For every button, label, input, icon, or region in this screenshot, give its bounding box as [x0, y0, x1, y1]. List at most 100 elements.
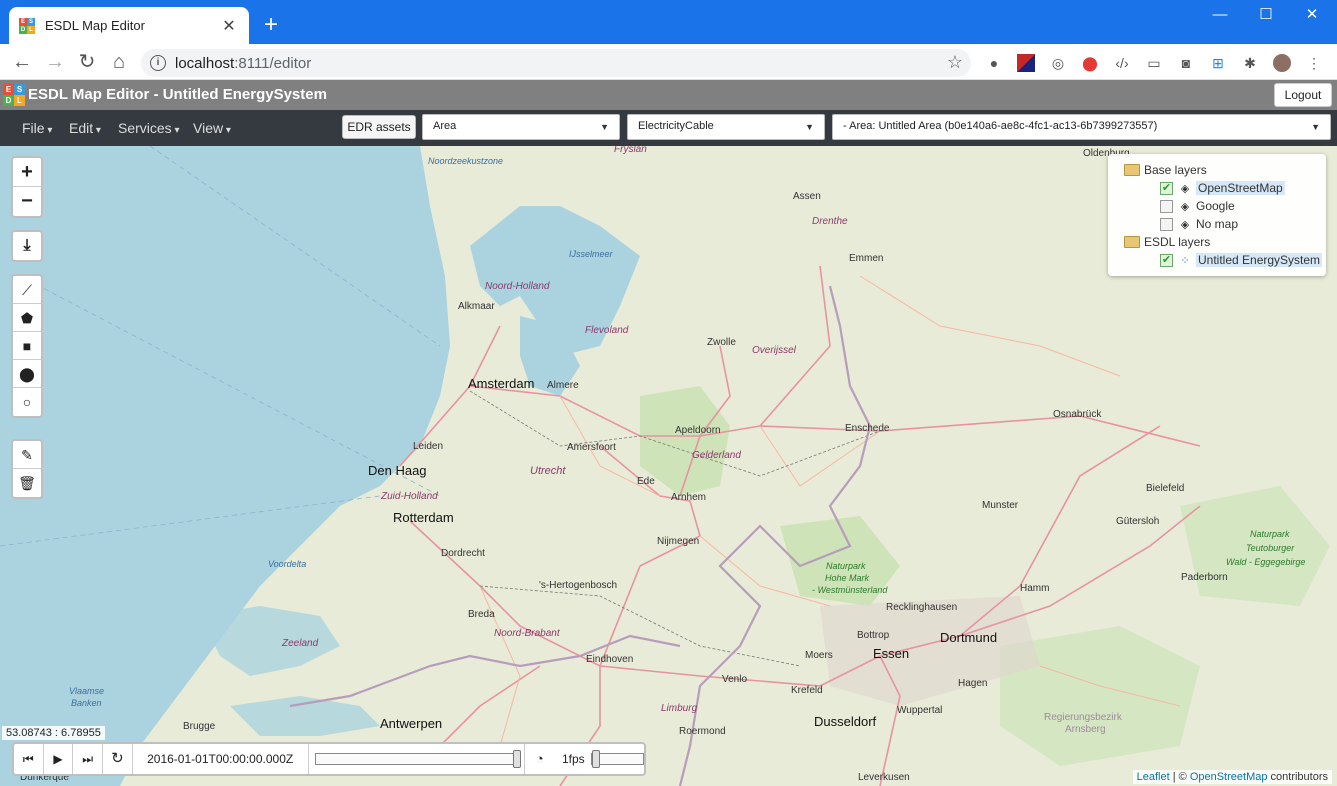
leaflet-link[interactable]: Leaflet [1137, 771, 1170, 783]
layer-group-esdl[interactable]: ESDL layers [1124, 233, 1210, 251]
app-title: ESDL Map Editor - Untitled EnergySystem [28, 86, 327, 103]
zoom-control: + − [11, 156, 43, 218]
extensions-puzzle-icon[interactable]: ✱ [1241, 54, 1259, 72]
timeline-control: ⏮ ▶ ⏭ ↻ 2016-01-01T00:00:00.000Z ◔ 1fps [12, 742, 646, 776]
play-icon[interactable]: ▶ [44, 744, 74, 774]
extension-devtools-icon[interactable]: ‹/› [1113, 54, 1131, 72]
asset-type-select[interactable]: ElectricityCable ▼ [627, 114, 825, 140]
area-scope-select[interactable]: Area ▼ [422, 114, 620, 140]
new-tab-button[interactable]: + [258, 12, 284, 38]
extension-flag-icon[interactable] [1017, 54, 1035, 72]
region-label: Noord-Holland [485, 281, 550, 292]
menu-services[interactable]: Services [118, 120, 180, 136]
draw-toolbar: ⟋ ⬟ ■ ⬤ ○ [11, 274, 43, 418]
back-button[interactable]: ← [10, 50, 34, 74]
draw-polygon-icon[interactable]: ⬟ [13, 304, 41, 332]
zoom-out-button[interactable]: − [13, 187, 41, 216]
fps-slider-thumb[interactable] [591, 750, 600, 768]
layer-group-base[interactable]: Base layers [1124, 161, 1207, 179]
bookmark-star-icon[interactable]: ☆ [947, 52, 963, 73]
extension-chat-icon[interactable]: ▭ [1145, 54, 1163, 72]
profile-avatar[interactable] [1273, 54, 1291, 72]
close-window-button[interactable]: ✕ [1289, 4, 1335, 26]
download-control: ⤓ [11, 230, 43, 262]
draw-marker-icon[interactable]: ⬤ [13, 360, 41, 388]
area-tree-select[interactable]: - Area: Untitled Area (b0e140a6-ae8c-4fc… [832, 114, 1331, 140]
layer-item-energysystem[interactable]: ✔ ⁘ Untitled EnergySystem [1160, 251, 1323, 269]
place-label: Emmen [849, 253, 884, 264]
layer-checkbox[interactable] [1160, 199, 1173, 213]
extension-circle-icon[interactable]: ● [985, 54, 1003, 72]
place-label: Assen [793, 191, 821, 202]
minimize-button[interactable]: — [1197, 4, 1243, 26]
fps-slider[interactable] [590, 750, 645, 768]
zoom-in-button[interactable]: + [13, 158, 41, 187]
place-label: Antwerpen [380, 716, 443, 731]
place-label: Almere [547, 380, 579, 391]
place-label: Wuppertal [897, 705, 943, 716]
layer-item-openstreetmap[interactable]: ✔ ◈ OpenStreetMap [1160, 179, 1285, 197]
reload-button[interactable]: ↻ [75, 50, 99, 74]
edr-assets-button[interactable]: EDR assets [342, 115, 416, 139]
browser-tab[interactable]: E S D L ESDL Map Editor ✕ [9, 7, 249, 44]
loop-icon[interactable]: ↻ [103, 744, 133, 774]
tab-title: ESDL Map Editor [45, 18, 145, 33]
draw-rectangle-icon[interactable]: ■ [13, 332, 41, 360]
layer-item-google[interactable]: ◈ Google [1160, 197, 1235, 215]
menu-edit[interactable]: Edit [69, 120, 101, 136]
logout-button[interactable]: Logout [1274, 83, 1332, 107]
time-slider[interactable] [314, 750, 522, 768]
site-info-icon[interactable]: i [150, 55, 166, 71]
step-forward-icon[interactable]: ⏭ [73, 744, 104, 774]
extension-opera-icon[interactable]: ⬤ [1081, 54, 1099, 72]
browser-menu-icon[interactable]: ⋮ [1305, 54, 1323, 72]
mouse-coordinates: 53.08743 : 6.78955 [2, 726, 105, 740]
download-icon[interactable]: ⤓ [13, 232, 41, 260]
place-label: Gütersloh [1116, 516, 1160, 527]
maximize-button[interactable]: ☐ [1243, 4, 1289, 26]
place-label: Leverkusen [858, 772, 910, 783]
address-bar[interactable]: i localhost:8111/editor ☆ [141, 49, 971, 77]
map-canvas[interactable]: Amsterdam Den Haag Rotterdam Antwerpen D… [0, 146, 1337, 786]
step-back-icon[interactable]: ⏮ [14, 744, 44, 774]
menu-view[interactable]: View [193, 120, 231, 136]
osm-link[interactable]: OpenStreetMap [1190, 771, 1268, 783]
region-label: Arnsberg [1065, 724, 1106, 735]
layer-checkbox[interactable] [1160, 217, 1173, 231]
place-label: Paderborn [1181, 572, 1228, 583]
layer-checkbox[interactable]: ✔ [1160, 181, 1173, 195]
place-label: Venlo [722, 674, 748, 685]
region-label: Regierungsbezirk [1044, 712, 1122, 723]
browser-titlebar: E S D L ESDL Map Editor ✕ + — ☐ ✕ [0, 0, 1337, 44]
region-label: Flevoland [585, 325, 629, 336]
time-slider-thumb[interactable] [513, 750, 522, 768]
delete-layers-icon[interactable]: 🗑 [13, 469, 41, 497]
place-label: Amersfoort [567, 442, 616, 453]
place-label: Alkmaar [458, 301, 495, 312]
layers-stack-icon: ◈ [1180, 182, 1190, 195]
place-label: Enschede [845, 423, 890, 434]
extension-windows-icon[interactable]: ⊞ [1209, 54, 1227, 72]
place-label: Krefeld [791, 685, 823, 696]
region-label: Drenthe [812, 216, 848, 227]
edit-layers-icon[interactable]: ✎ [13, 441, 41, 469]
place-label: Zwolle [707, 337, 736, 348]
extension-code-circle-icon[interactable]: ◎ [1049, 54, 1067, 72]
water-label: Noordzeekustzone [428, 156, 504, 166]
draw-circle-icon[interactable]: ○ [13, 388, 41, 416]
menu-file[interactable]: File [22, 120, 52, 136]
forward-button[interactable]: → [43, 50, 67, 74]
edit-toolbar: ✎ 🗑 [11, 439, 43, 499]
region-label: Overijssel [752, 345, 796, 356]
layer-item-no-map[interactable]: ◈ No map [1160, 215, 1238, 233]
region-label: Noord-Brabant [494, 628, 560, 639]
layer-checkbox[interactable]: ✔ [1160, 253, 1173, 267]
draw-polyline-icon[interactable]: ⟋ [13, 276, 41, 304]
extension-camera-icon[interactable]: ◙ [1177, 54, 1195, 72]
place-label: Rotterdam [393, 510, 454, 525]
place-label: Breda [468, 609, 495, 620]
tab-close-icon[interactable]: ✕ [219, 16, 239, 36]
region-label: Zuid-Holland [381, 491, 438, 502]
home-button[interactable]: ⌂ [107, 50, 131, 74]
place-label: Moers [805, 650, 833, 661]
